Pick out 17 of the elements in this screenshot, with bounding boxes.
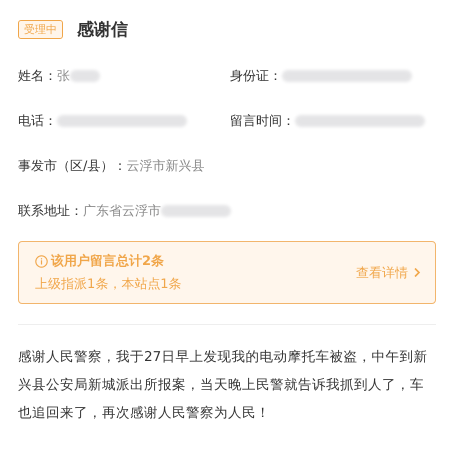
view-details-link[interactable]: 查看详情: [356, 264, 421, 282]
field-label: 电话：: [18, 113, 57, 130]
field-label: 身份证：: [230, 68, 282, 85]
chevron-right-icon: [413, 267, 421, 278]
field-label: 联系地址：: [18, 203, 83, 220]
field-value: 广东省云浮市: [83, 203, 161, 220]
page-title: 感谢信: [77, 18, 128, 40]
info-icon: [35, 254, 48, 268]
field-label: 留言时间：: [230, 113, 295, 130]
field-label: 事发市（区/县）：: [18, 158, 126, 175]
notice-detail: 上级指派1条，本站点1条: [35, 276, 182, 293]
field-value: 云浮市新兴县: [126, 158, 204, 175]
message-text: 感谢人民警察，我于27日早上发现我的电动摩托车被盗，中午到新兴县公安局新城派出所报案，当天晚上民警就告诉我抓到人了，车也追回来了，再次感谢人民警察为人民！: [18, 348, 428, 423]
notice-title: 该用户留言总计2条: [51, 252, 164, 270]
field-label: 姓名：: [18, 68, 57, 85]
field-value: 张: [57, 68, 70, 85]
status-badge: 受理中: [18, 20, 63, 38]
